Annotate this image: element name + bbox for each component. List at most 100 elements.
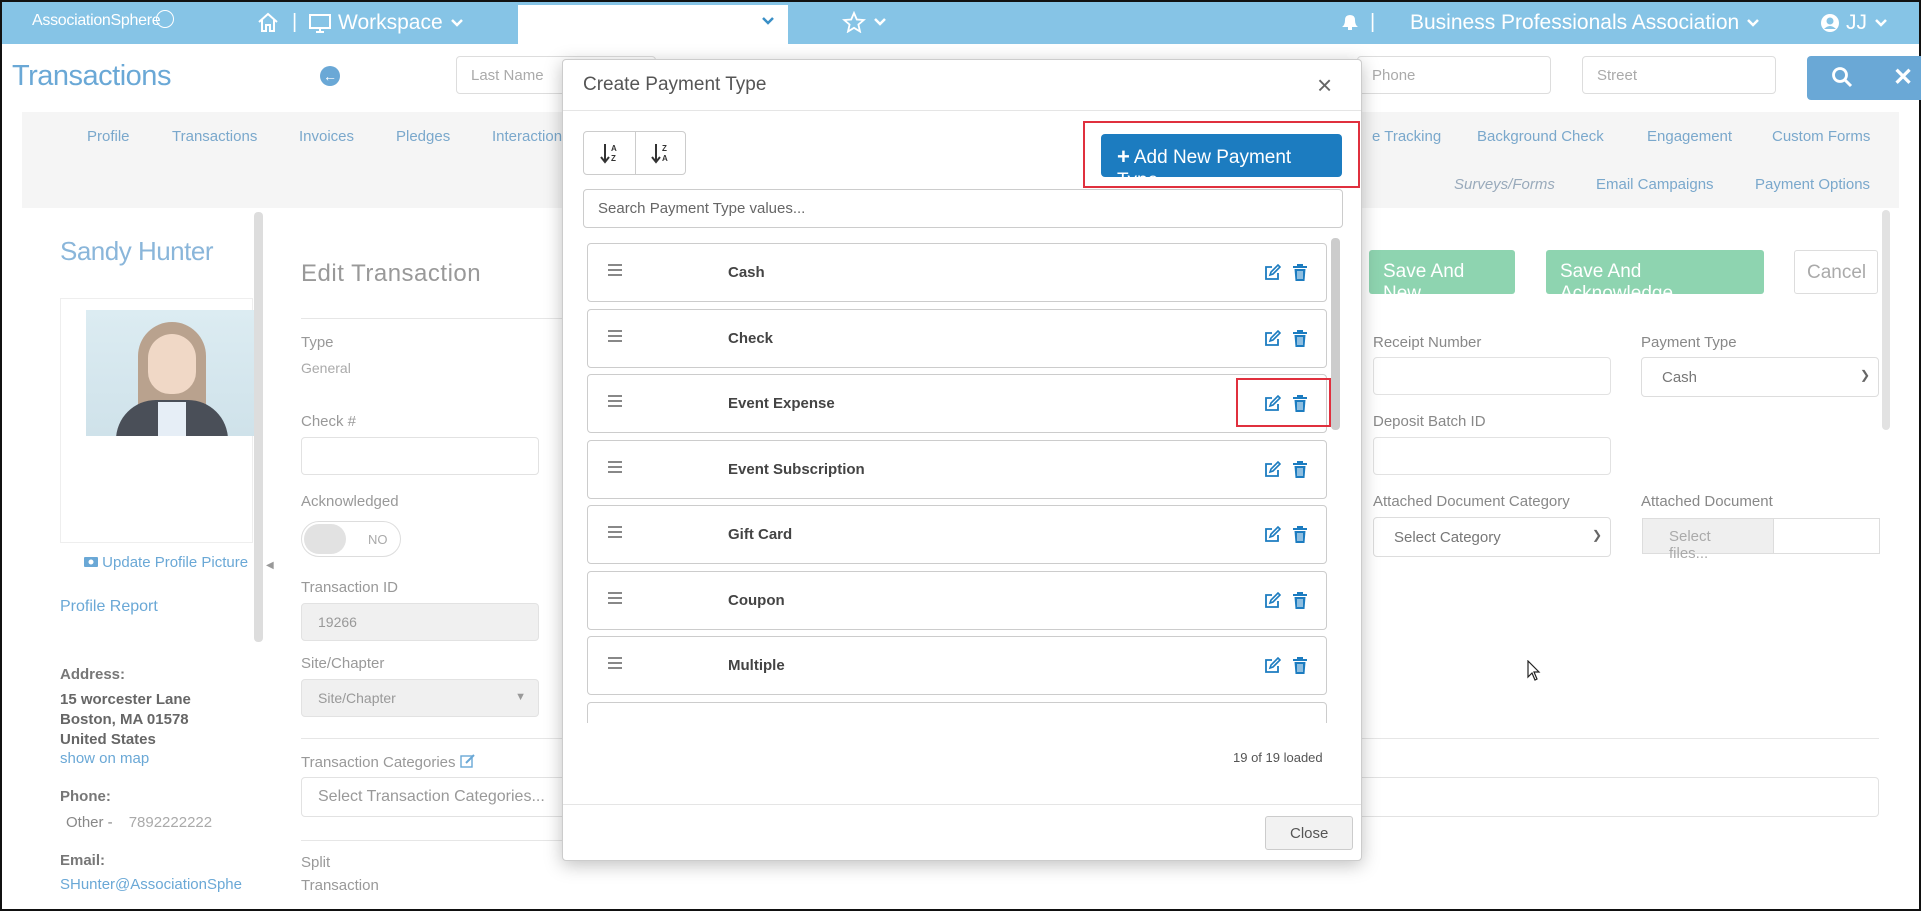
clear-search-icon[interactable]: ✕: [1893, 63, 1913, 92]
active-tab[interactable]: [518, 5, 788, 44]
payment-type-select[interactable]: Cash ❯: [1641, 357, 1879, 397]
create-payment-type-modal: Create Payment Type × AZ ZA + Add New Pay…: [562, 59, 1362, 861]
edit-icon[interactable]: [1263, 526, 1281, 544]
list-scrollbar[interactable]: [1331, 238, 1340, 430]
workspace-menu[interactable]: Workspace: [308, 11, 465, 35]
collapse-arrow-icon[interactable]: ◀: [266, 560, 274, 571]
tab-payment-options[interactable]: Payment Options: [1755, 176, 1870, 193]
tab-transactions[interactable]: Transactions: [172, 128, 257, 145]
profile-report-link[interactable]: Profile Report: [60, 598, 158, 616]
list-item[interactable]: Gift Card: [587, 505, 1327, 564]
grip-icon[interactable]: [608, 264, 622, 279]
page-title: Transactions: [12, 60, 171, 92]
save-and-acknowledge-button[interactable]: Save And Acknowledge: [1546, 250, 1764, 304]
edit-icon[interactable]: [1263, 722, 1281, 724]
street-search[interactable]: Street: [1582, 56, 1776, 94]
highlight-box: [1083, 121, 1360, 188]
svg-text:Z: Z: [611, 154, 616, 163]
page-scrollbar[interactable]: [1882, 210, 1890, 430]
loaded-count: 19 of 19 loaded: [1233, 750, 1323, 765]
favorites-menu[interactable]: [842, 11, 888, 33]
close-icon[interactable]: ×: [1317, 70, 1332, 101]
check-label: Check #: [301, 413, 357, 430]
back-arrow-icon[interactable]: ←: [320, 66, 340, 86]
update-picture-label: Update Profile Picture: [102, 554, 249, 571]
cancel-button[interactable]: Cancel: [1794, 250, 1878, 294]
sort-descending-button[interactable]: ZA: [635, 132, 686, 174]
edit-icon[interactable]: [1263, 657, 1281, 675]
sort-buttons: AZ ZA: [583, 131, 686, 175]
grip-icon[interactable]: [608, 591, 622, 607]
list-item[interactable]: [587, 701, 1327, 724]
grip-icon[interactable]: [608, 526, 622, 541]
sort-ascending-button[interactable]: AZ: [584, 132, 635, 174]
tab-engagement[interactable]: Engagement: [1647, 128, 1732, 145]
grip-icon[interactable]: [608, 657, 622, 672]
pencil-icon[interactable]: [460, 753, 476, 769]
trash-icon[interactable]: [1292, 657, 1308, 675]
phone-search[interactable]: Phone: [1357, 56, 1551, 94]
site-chapter-select[interactable]: Site/Chapter ▼: [301, 679, 539, 717]
tab-surveys-forms[interactable]: Surveys/Forms: [1454, 176, 1555, 193]
trash-icon[interactable]: [1292, 329, 1308, 348]
tab-invoices[interactable]: Invoices: [299, 128, 354, 145]
home-button[interactable]: [256, 11, 280, 33]
address-block: 15 worcester Lane Boston, MA 01578 Unite…: [60, 690, 191, 750]
notifications-button[interactable]: [1339, 11, 1361, 31]
user-menu[interactable]: JJ: [1820, 11, 1889, 35]
check-number-input[interactable]: [301, 437, 539, 475]
payment-type-name: Coupon: [728, 591, 785, 609]
save-and-new-button[interactable]: Save And New: [1369, 250, 1515, 304]
trash-icon[interactable]: [1292, 722, 1308, 724]
tab-email-campaigns[interactable]: Email Campaigns: [1596, 176, 1714, 193]
edit-icon[interactable]: [1263, 329, 1281, 348]
search-button-group[interactable]: ✕: [1807, 56, 1921, 100]
close-button[interactable]: Close: [1265, 816, 1353, 850]
logo-text: AssociationSphere: [32, 12, 161, 29]
deposit-batch-input[interactable]: [1373, 437, 1611, 475]
acknowledged-label: Acknowledged: [301, 493, 399, 510]
list-item[interactable]: Coupon: [587, 570, 1327, 630]
divider: [563, 804, 1361, 805]
search-icon[interactable]: [1831, 66, 1853, 88]
grip-icon[interactable]: [608, 329, 622, 345]
list-item[interactable]: Event Expense: [587, 374, 1327, 433]
list-item[interactable]: Event Subscription: [587, 439, 1327, 499]
categories-label-text: Transaction Categories: [301, 754, 456, 771]
payment-type-label: Payment Type: [1641, 334, 1737, 351]
payment-type-search-input[interactable]: Search Payment Type values...: [583, 189, 1343, 228]
trash-icon[interactable]: [1292, 526, 1308, 544]
tab-background-check[interactable]: Background Check: [1477, 128, 1604, 145]
email-link[interactable]: SHunter@AssociationSphe: [60, 876, 256, 893]
grip-icon[interactable]: [608, 460, 622, 476]
list-item[interactable]: Multiple: [587, 636, 1327, 695]
update-profile-picture-link[interactable]: Update Profile Picture: [84, 554, 248, 571]
tab-custom-forms[interactable]: Custom Forms: [1772, 128, 1870, 145]
trash-icon[interactable]: [1292, 460, 1308, 479]
edit-icon[interactable]: [1263, 460, 1281, 479]
trash-icon[interactable]: [1292, 264, 1308, 282]
logo[interactable]: AssociationSphere: [32, 10, 175, 30]
list-item[interactable]: Check: [587, 308, 1327, 368]
profile-scrollbar[interactable]: [254, 212, 263, 642]
doc-category-select[interactable]: Select Category ❯: [1373, 517, 1611, 557]
organization-name: Business Professionals Association: [1410, 11, 1740, 34]
acknowledged-toggle[interactable]: NO: [301, 521, 401, 557]
tab-tracking[interactable]: e Tracking: [1372, 128, 1441, 145]
edit-icon[interactable]: [1263, 264, 1281, 282]
list-item[interactable]: Cash: [587, 243, 1327, 302]
grip-icon[interactable]: [608, 395, 622, 410]
tab-profile[interactable]: Profile: [87, 128, 130, 145]
select-files-button[interactable]: Select files...: [1642, 518, 1774, 562]
email-label: Email:: [60, 852, 106, 869]
receipt-number-input[interactable]: [1373, 357, 1611, 395]
organization-menu[interactable]: Business Professionals Association: [1410, 11, 1761, 35]
grip-icon[interactable]: [608, 722, 622, 723]
tab-interaction[interactable]: Interaction: [492, 128, 562, 145]
tab-pledges[interactable]: Pledges: [396, 128, 450, 145]
show-on-map-link[interactable]: show on map: [60, 750, 149, 767]
doc-category-label: Attached Document Category: [1373, 493, 1570, 510]
edit-icon[interactable]: [1263, 591, 1281, 610]
edit-transaction-title: Edit Transaction: [301, 260, 482, 287]
trash-icon[interactable]: [1292, 591, 1308, 610]
